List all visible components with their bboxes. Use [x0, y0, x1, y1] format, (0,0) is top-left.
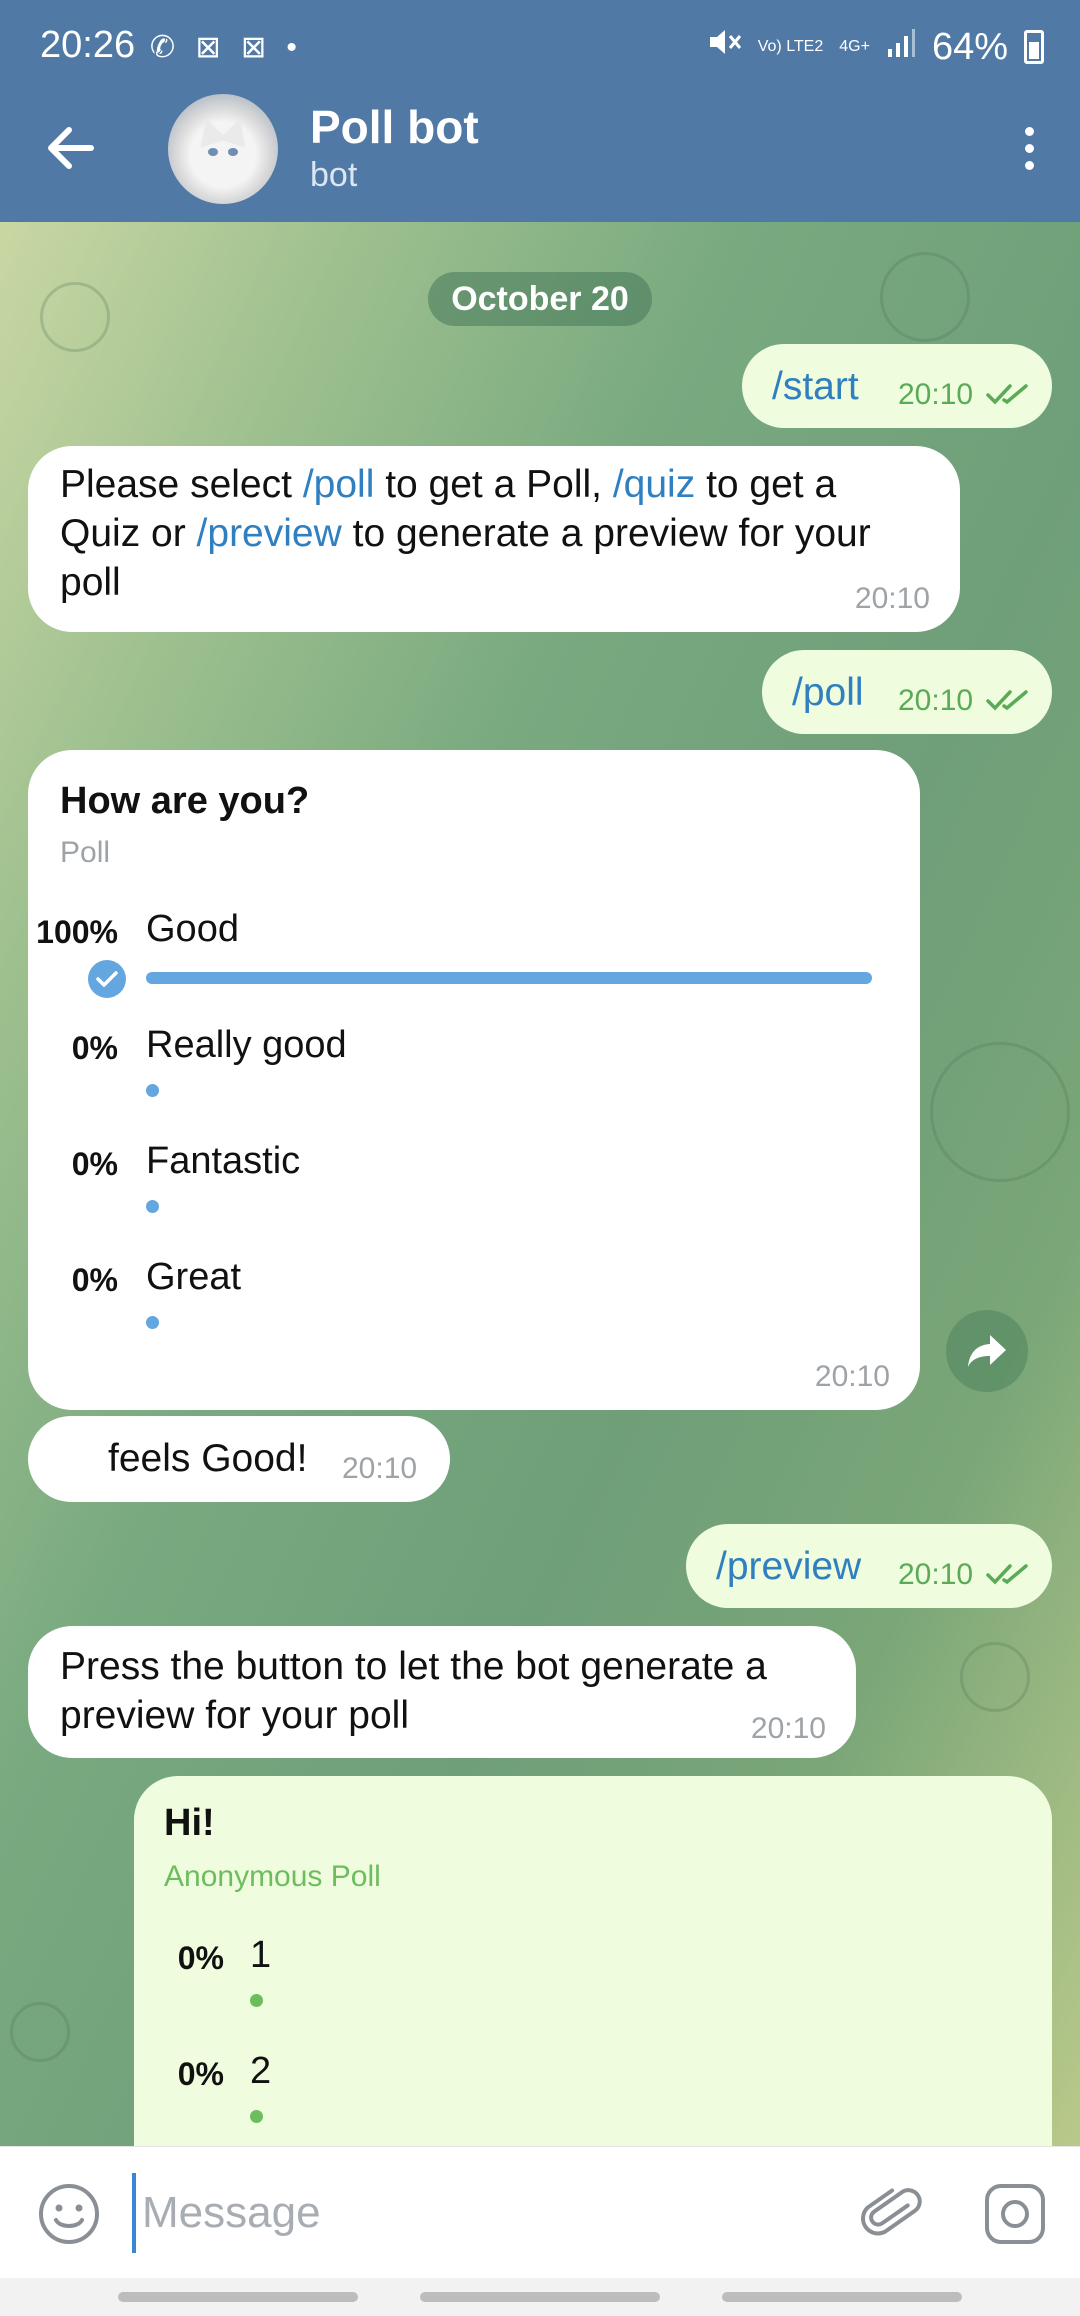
nav-home-indicator[interactable]	[420, 2292, 660, 2302]
message-text: Please select /poll to get a Poll, /quiz…	[60, 463, 871, 604]
menu-dot-icon	[1024, 160, 1034, 170]
battery-icon	[1024, 30, 1044, 64]
message-time: 20:10	[898, 378, 974, 411]
preview-command-link[interactable]: /preview	[197, 512, 342, 555]
status-right: Vo) LTE2 4G+ 64%	[706, 24, 1044, 70]
option-percent: 0%	[177, 2056, 224, 2092]
option-percent: 0%	[71, 1030, 118, 1066]
message-time: 20:10	[750, 1712, 826, 1745]
command-link[interactable]: /start	[772, 362, 859, 411]
notification-icons: ✆ ⊠ ⊠ •	[150, 31, 303, 64]
menu-dot-icon	[1024, 126, 1034, 136]
option-label: Fantastic	[146, 1140, 301, 1182]
double-check-icon	[986, 1564, 1028, 1585]
message-time: 20:10	[854, 582, 930, 615]
quiz-command-link[interactable]: /quiz	[613, 463, 695, 506]
check-icon	[88, 960, 126, 998]
option-bar	[146, 1316, 159, 1329]
camera-button[interactable]	[982, 2181, 1048, 2247]
smiley-icon	[39, 2184, 99, 2244]
forward-button[interactable]	[946, 1310, 1028, 1392]
poll-question: How are you?	[60, 780, 310, 822]
mute-icon	[706, 24, 742, 70]
more-options-button[interactable]	[1004, 118, 1054, 178]
camera-icon	[985, 2184, 1045, 2244]
emoji-button[interactable]	[36, 2181, 102, 2247]
menu-dot-icon	[1024, 143, 1034, 153]
back-button[interactable]	[40, 118, 100, 178]
network-label: 4G+	[839, 38, 870, 55]
command-link[interactable]: /poll	[792, 668, 864, 717]
option-label: Good	[146, 908, 239, 950]
outgoing-message[interactable]: /preview 20:10	[686, 1524, 1052, 1608]
option-bar	[146, 972, 872, 984]
outgoing-message[interactable]: /start 20:10	[742, 344, 1052, 428]
option-bar	[146, 1084, 159, 1097]
option-percent: 0%	[71, 1262, 118, 1298]
chat-area[interactable]: October 20 /start 20:10 Please select /p…	[0, 222, 1080, 2146]
battery-percent: 64%	[931, 25, 1008, 68]
option-percent: 0%	[177, 1940, 224, 1976]
command-link[interactable]: /preview	[716, 1542, 861, 1591]
message-text: feels Good!	[108, 1437, 308, 1480]
option-percent: 100%	[36, 914, 118, 950]
poll-card[interactable]: How are you? Poll 100% Good 0% Really go…	[28, 750, 920, 1410]
nav-back-indicator[interactable]	[722, 2292, 962, 2302]
incoming-message[interactable]: feels Good! 20:10	[28, 1416, 450, 1502]
message-input[interactable]	[132, 2173, 832, 2253]
paperclip-icon	[861, 2188, 922, 2236]
status-bar: 20:26 ✆ ⊠ ⊠ • Vo) LTE2 4G+ 64%	[0, 0, 1080, 96]
message-text: Press the button to let the bot generate…	[60, 1645, 767, 1737]
message-time: 20:10	[342, 1452, 418, 1485]
status-time: 20:26	[40, 24, 136, 66]
arrow-left-icon	[48, 127, 94, 169]
option-percent: 0%	[71, 1146, 118, 1182]
poll-type: Anonymous Poll	[164, 1860, 381, 1893]
nav-recents-indicator[interactable]	[118, 2292, 358, 2302]
poll-type: Poll	[60, 836, 111, 869]
option-bar	[146, 1200, 159, 1213]
option-label: 1	[250, 1934, 272, 1976]
incoming-message[interactable]: Please select /poll to get a Poll, /quiz…	[28, 446, 960, 632]
avatar[interactable]	[168, 94, 278, 204]
option-bar	[250, 1994, 263, 2007]
poll-command-link[interactable]: /poll	[303, 463, 375, 506]
double-check-icon	[986, 690, 1028, 711]
option-label: 2	[250, 2050, 272, 2092]
message-time: 20:10	[814, 1360, 890, 1393]
poll-question: Hi!	[164, 1802, 215, 1844]
date-divider: October 20	[428, 272, 652, 326]
share-arrow-icon	[968, 1335, 1006, 1367]
chat-title[interactable]: Poll bot	[310, 100, 479, 154]
message-time: 20:10	[898, 684, 974, 717]
volte-label: Vo) LTE2	[757, 38, 824, 55]
option-label: Great	[146, 1256, 242, 1298]
signal-icon	[886, 26, 916, 69]
incoming-message[interactable]: Press the button to let the bot generate…	[28, 1626, 856, 1758]
double-check-icon	[986, 384, 1028, 405]
message-composer	[0, 2146, 1080, 2278]
system-nav-bar	[0, 2278, 1080, 2316]
app-header: 20:26 ✆ ⊠ ⊠ • Vo) LTE2 4G+ 64% Poll bot …	[0, 0, 1080, 222]
poll-preview-card[interactable]: Hi! Anonymous Poll 0% 1 0% 2	[134, 1776, 1052, 2146]
message-time: 20:10	[898, 1558, 974, 1591]
option-label: Really good	[146, 1024, 347, 1066]
chat-subtitle: bot	[310, 156, 358, 194]
outgoing-message[interactable]: /poll 20:10	[762, 650, 1052, 734]
attach-button[interactable]	[860, 2181, 926, 2247]
option-bar	[250, 2110, 263, 2123]
